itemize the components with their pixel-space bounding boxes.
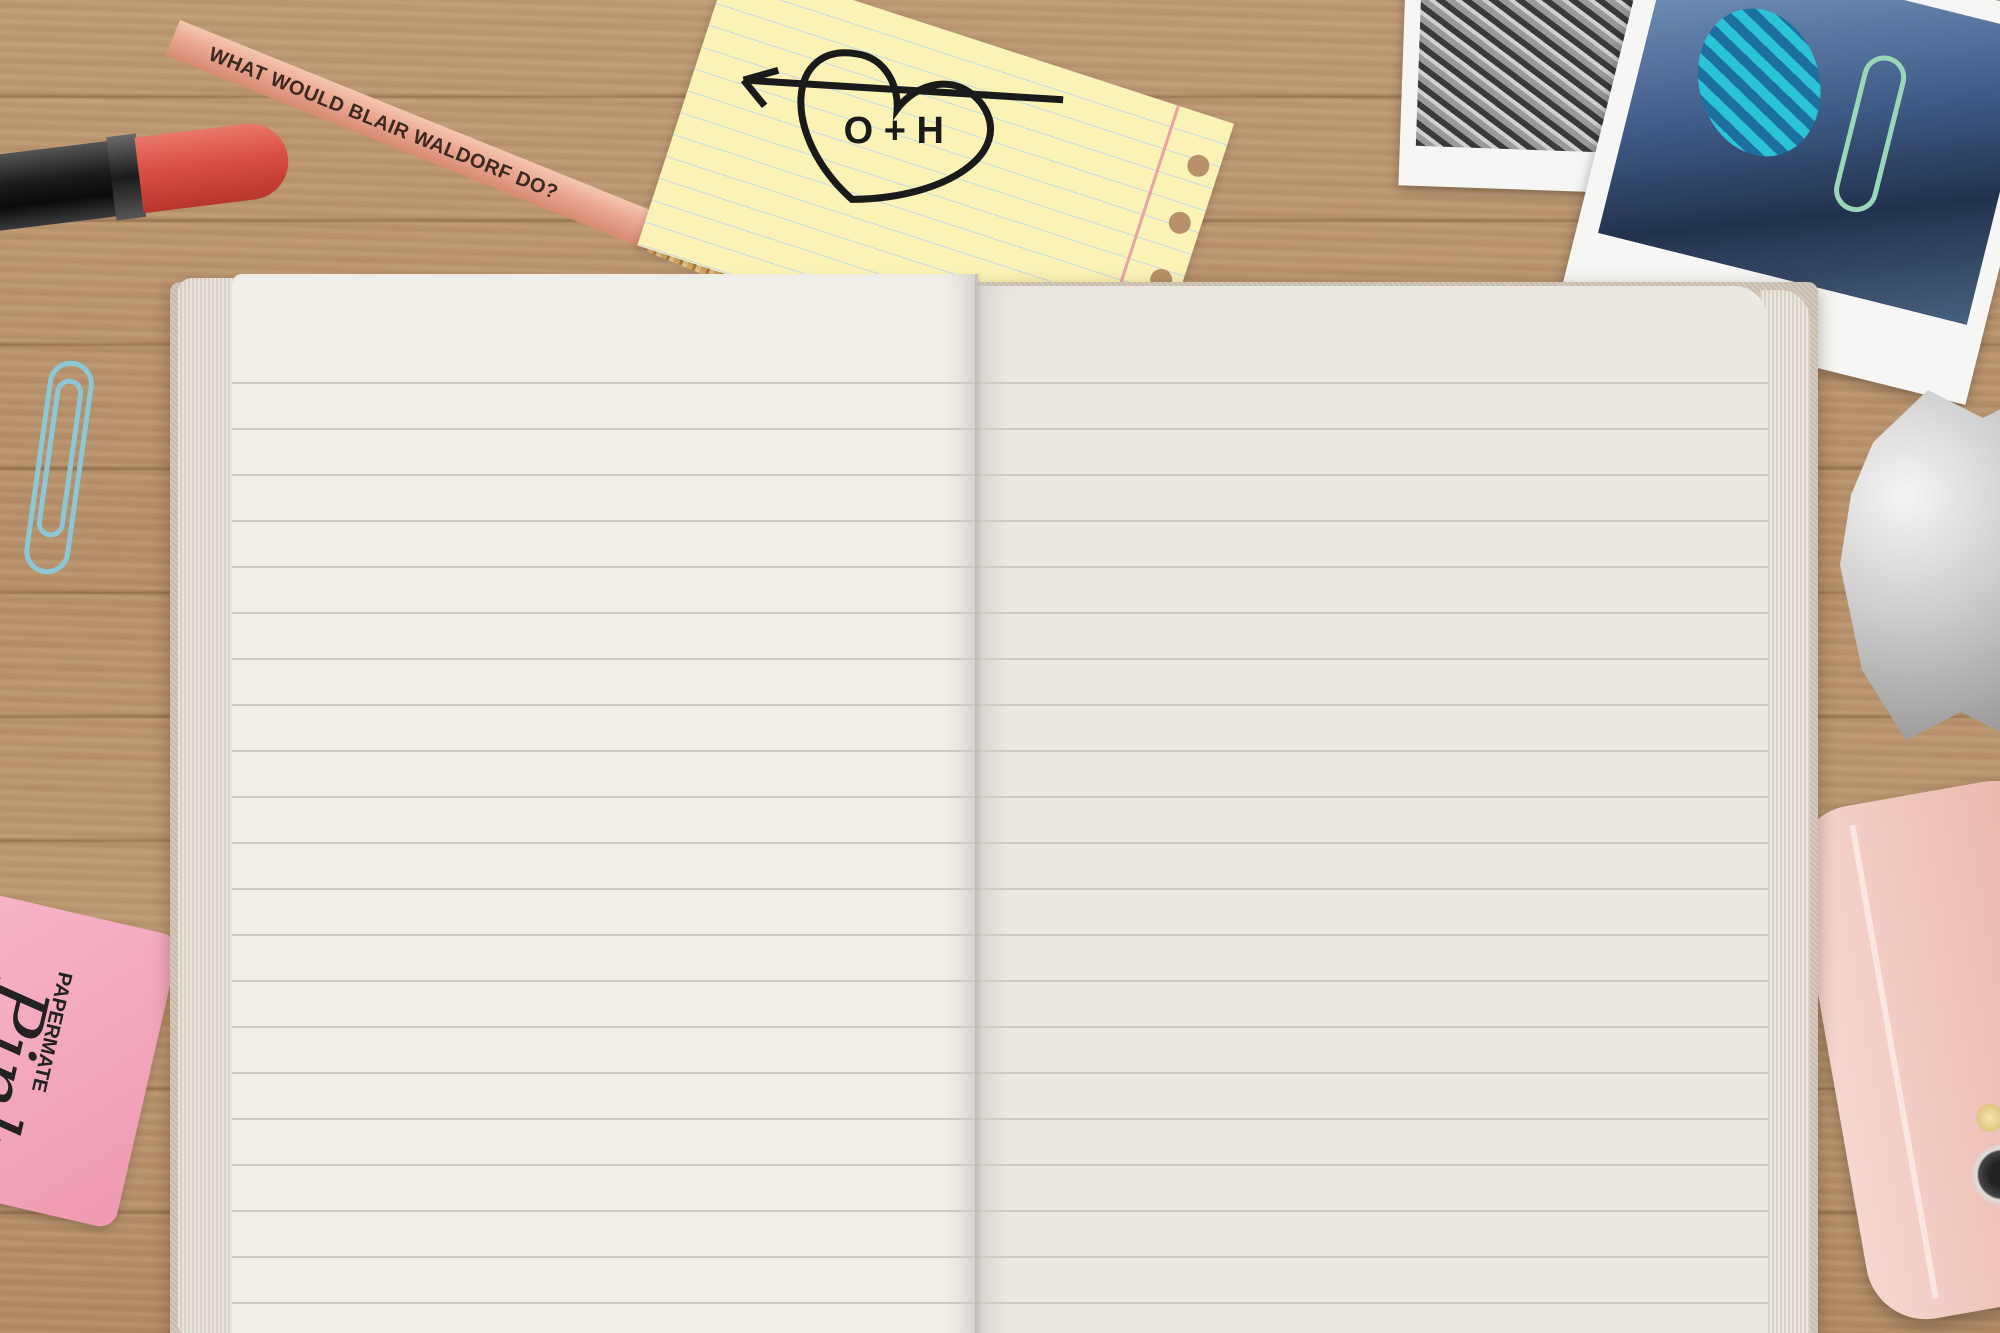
ruled-line <box>232 1072 978 1074</box>
note-hole <box>1184 151 1213 180</box>
blue-braid <box>1680 0 1838 172</box>
ruled-line <box>978 1256 1768 1258</box>
ruled-line <box>232 750 978 752</box>
ruled-line <box>232 1026 978 1028</box>
ruled-line <box>978 1302 1768 1304</box>
ruled-line <box>232 1118 978 1120</box>
ruled-line <box>978 658 1768 660</box>
heart-arrow-doodle: O + H <box>740 49 1064 203</box>
ruled-line <box>232 934 978 936</box>
ruled-line <box>232 888 978 890</box>
ruled-line <box>978 934 1768 936</box>
photo-image <box>1598 0 2000 325</box>
ruled-line <box>978 474 1768 476</box>
eraser-script: Pink <box>0 972 66 1164</box>
ruled-line <box>978 382 1768 384</box>
ruled-line <box>232 428 978 430</box>
ruled-line <box>232 704 978 706</box>
page-edges-left <box>178 278 238 1333</box>
ruled-line <box>978 566 1768 568</box>
phone-flash <box>1974 1101 2000 1134</box>
ruled-line <box>232 612 978 614</box>
ruled-line <box>232 980 978 982</box>
lipstick <box>0 95 344 237</box>
ruled-line <box>978 750 1768 752</box>
note-doodle-text: O + H <box>844 110 944 152</box>
ruled-line <box>978 1026 1768 1028</box>
ruled-line <box>232 566 978 568</box>
phone-antenna-band <box>1849 824 1939 1299</box>
ruled-line <box>978 1072 1768 1074</box>
ruled-line <box>232 520 978 522</box>
ruled-line <box>232 658 978 660</box>
ruled-line <box>232 474 978 476</box>
ruled-line <box>978 888 1768 890</box>
rose-gold-phone <box>1786 771 2000 1329</box>
ruled-line <box>978 612 1768 614</box>
note-hole <box>1165 208 1194 237</box>
notebook-left-page[interactable] <box>232 274 978 1333</box>
pink-eraser: PAPERMATE Pink <box>0 890 182 1230</box>
ruled-line <box>978 1210 1768 1212</box>
ruled-line <box>978 520 1768 522</box>
ruled-line <box>232 842 978 844</box>
ruled-line <box>232 796 978 798</box>
ruled-line <box>978 980 1768 982</box>
lipstick-bullet <box>134 119 293 214</box>
notebook-spine <box>975 274 981 1333</box>
phone-camera-icon <box>1967 1139 2000 1210</box>
ruled-line <box>978 428 1768 430</box>
ruled-line <box>978 842 1768 844</box>
wooden-desk-background: WHAT WOULD BLAIR WALDORF DO? O + H PAPER… <box>0 0 2000 1333</box>
notebook-right-page[interactable] <box>978 286 1768 1333</box>
ruled-line <box>232 382 978 384</box>
ruled-line <box>232 1210 978 1212</box>
ruled-line <box>232 1302 978 1304</box>
crumpled-paper <box>1840 390 2000 740</box>
ruled-line <box>978 1164 1768 1166</box>
ruled-line <box>978 1118 1768 1120</box>
ruled-line <box>978 704 1768 706</box>
ruled-line <box>232 1256 978 1258</box>
ruled-line <box>978 796 1768 798</box>
ruled-line <box>232 1164 978 1166</box>
